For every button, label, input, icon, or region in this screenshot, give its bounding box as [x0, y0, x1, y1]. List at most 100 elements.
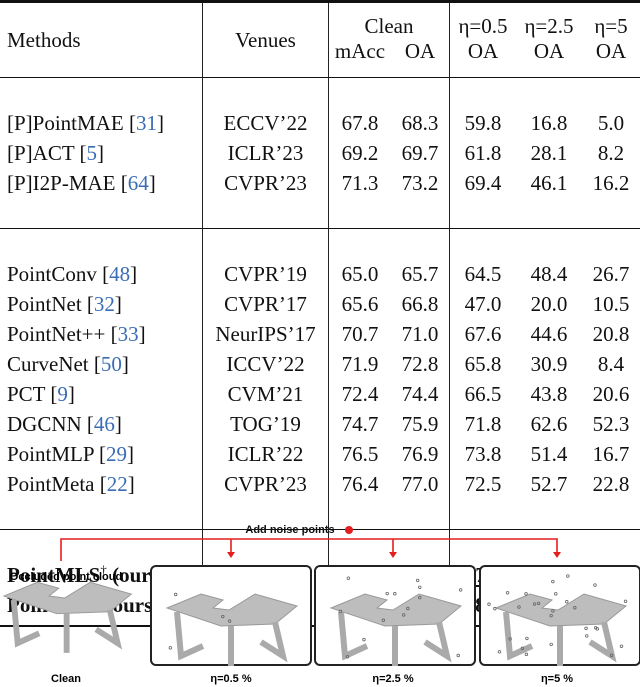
value: 8.4 — [597, 351, 625, 376]
header-eta-2.5: η=2.5 — [516, 0, 582, 39]
value-cell: 43.8 — [516, 379, 582, 409]
table-row: CurveNet [50] ICCV’22 71.9 72.8 65.8 30.9 8.4 — [0, 349, 640, 379]
value-cell: 74.7 — [329, 409, 392, 439]
caption-clean: Clean — [51, 673, 81, 685]
venue-cell: CVPR’23 — [202, 469, 329, 499]
method-cell: PointNet++ [33] — [0, 319, 203, 349]
value: 73.8 — [464, 441, 502, 466]
value-cell: 20.0 — [516, 289, 582, 319]
value-cell: 77.0 — [391, 469, 450, 499]
table-row: [P]I2P-MAE [64] CVPR’23 71.3 73.2 69.4 46.1 16… — [0, 168, 640, 198]
value-cell: 52.3 — [582, 409, 640, 439]
arrow-icon — [389, 552, 397, 558]
value-cell: 22.8 — [582, 469, 640, 499]
value: 52.7 — [530, 471, 568, 496]
value: 10.5 — [592, 291, 630, 316]
method-cell: [P]PointMAE [31] — [0, 108, 203, 138]
table-row: PointConv [48] CVPR’19 65.0 65.7 64.5 48.4 26.… — [0, 259, 640, 289]
header-venues: Venues — [202, 0, 329, 78]
arrow-heads — [227, 552, 561, 558]
citation-link[interactable]: 29 — [106, 442, 127, 466]
citation-link[interactable]: 31 — [136, 111, 157, 135]
value: 69.4 — [464, 170, 502, 195]
citation-link[interactable]: 33 — [118, 322, 139, 346]
header-eta-0.5: η=0.5 — [449, 0, 516, 39]
citation-link[interactable]: 64 — [128, 171, 149, 195]
value: 44.6 — [530, 321, 568, 346]
value-cell: 20.8 — [582, 319, 640, 349]
value: 72.5 — [464, 471, 502, 496]
value: 62.6 — [530, 411, 568, 436]
method-name: DGCNN — [7, 411, 82, 436]
value: 65.0 — [341, 261, 379, 286]
value-cell: 69.7 — [391, 138, 450, 168]
value: 20.0 — [530, 291, 568, 316]
value-cell: 73.2 — [391, 168, 450, 198]
row-group: PointConv [48] CVPR’19 65.0 65.7 64.5 48.4 26.… — [0, 228, 640, 530]
header-clean: Clean — [328, 0, 450, 39]
header-eta-5: η=5 — [582, 0, 640, 39]
method-name: PointMLP — [7, 441, 94, 466]
venue-cell: ECCV’22 — [202, 108, 329, 138]
value-cell: 30.9 — [516, 349, 582, 379]
value-cell: 10.5 — [582, 289, 640, 319]
occluded-label: Occluded point cloud — [10, 571, 122, 583]
value-cell: 64.5 — [450, 259, 517, 289]
venue-cell: NeurIPS’17 — [202, 319, 329, 349]
value: 64.5 — [464, 261, 502, 286]
citation-link[interactable]: 48 — [109, 262, 130, 286]
noise-bracket — [60, 538, 558, 561]
value: 48.4 — [530, 261, 568, 286]
method-cell: CurveNet [50] — [0, 349, 203, 379]
table-row: PointMeta [22] CVPR’23 76.4 77.0 72.5 52.7 22.… — [0, 469, 640, 499]
value-cell: 74.4 — [391, 379, 450, 409]
value-cell: 16.8 — [516, 108, 582, 138]
value: 52.3 — [592, 411, 630, 436]
value-cell: 71.0 — [391, 319, 450, 349]
method-name: [P]PointMAE — [7, 110, 124, 135]
citation-link[interactable]: 50 — [101, 352, 122, 376]
value: 72.4 — [341, 381, 379, 406]
venue-cell: CVPR’23 — [202, 168, 329, 198]
header-oa: OA — [595, 39, 627, 63]
value: 26.7 — [592, 261, 630, 286]
value-cell: 66.5 — [450, 379, 517, 409]
table-row: PointNet [32] CVPR’17 65.6 66.8 47.0 20.0 10.5 — [0, 289, 640, 319]
value: 30.9 — [530, 351, 568, 376]
value: 71.3 — [341, 170, 379, 195]
value: 67.6 — [464, 321, 502, 346]
value: 22.8 — [592, 471, 630, 496]
header-oa: OA — [467, 39, 499, 63]
value: 20.6 — [592, 381, 630, 406]
value-cell: 65.8 — [450, 349, 517, 379]
header-methods: Methods — [0, 0, 203, 78]
value-cell: 69.4 — [450, 168, 517, 198]
value-cell: 67.6 — [450, 319, 517, 349]
value: 76.4 — [341, 471, 379, 496]
citation-link[interactable]: 9 — [57, 382, 68, 406]
value-cell: 48.4 — [516, 259, 582, 289]
citation-link[interactable]: 46 — [94, 412, 115, 436]
value-cell: 68.3 — [391, 108, 450, 138]
value-cell: 72.5 — [450, 469, 517, 499]
method-name: [P]ACT — [7, 140, 75, 165]
value: 71.9 — [341, 351, 379, 376]
method-cell: PointMLP [29] — [0, 439, 203, 469]
value: 16.2 — [592, 170, 630, 195]
venue-cell: ICLR’22 — [202, 439, 329, 469]
citation-link[interactable]: 22 — [107, 472, 128, 496]
value: 74.4 — [401, 381, 439, 406]
citation-link[interactable]: 5 — [87, 141, 98, 165]
value-cell: 44.6 — [516, 319, 582, 349]
citation-link[interactable]: 32 — [94, 292, 115, 316]
value-cell: 59.8 — [450, 108, 517, 138]
method-name: PCT — [7, 381, 46, 406]
value: 51.4 — [530, 441, 568, 466]
value-cell: 47.0 — [450, 289, 517, 319]
value-cell: 73.8 — [450, 439, 517, 469]
venue-cell: CVPR’17 — [202, 289, 329, 319]
value-cell: 52.7 — [516, 469, 582, 499]
value-cell: 8.2 — [582, 138, 640, 168]
value: 61.8 — [464, 140, 502, 165]
value-cell: 70.7 — [329, 319, 392, 349]
